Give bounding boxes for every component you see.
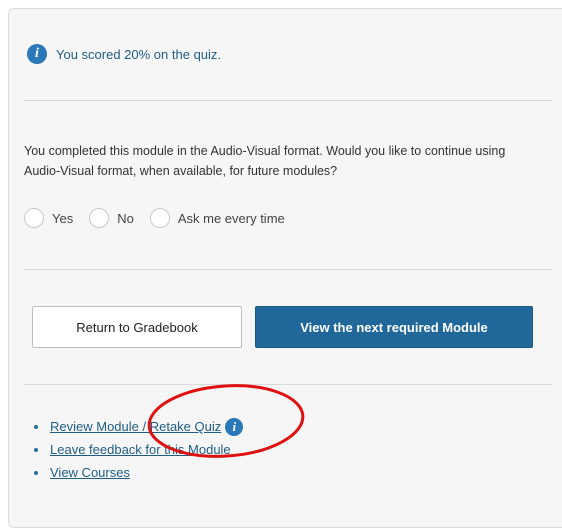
view-next-module-button[interactable]: View the next required Module bbox=[255, 306, 533, 348]
format-question: You completed this module in the Audio-V… bbox=[24, 144, 506, 178]
divider bbox=[24, 269, 552, 270]
radio-option-no[interactable]: No bbox=[89, 208, 134, 228]
radio-label-ask: Ask me every time bbox=[177, 210, 285, 226]
list-item: Review Module / Retake Quiz i bbox=[34, 415, 244, 438]
list-item: Leave feedback for this Module bbox=[34, 438, 243, 461]
radio-label-no: No bbox=[117, 210, 134, 226]
return-to-gradebook-button[interactable]: Return to Gradebook bbox=[32, 306, 242, 348]
score-text: You scored 20% on the quiz. bbox=[56, 46, 222, 62]
radio-label-yes: Yes bbox=[52, 210, 74, 226]
divider bbox=[24, 384, 552, 385]
list-item: View Courses bbox=[34, 461, 243, 484]
radio-option-ask[interactable]: Ask me every time bbox=[149, 208, 285, 228]
view-courses-link[interactable]: View Courses bbox=[50, 465, 130, 480]
info-icon[interactable]: i bbox=[225, 417, 244, 436]
divider bbox=[24, 100, 552, 101]
links-list: Review Module / Retake Quiz i Leave feed… bbox=[34, 415, 244, 484]
info-icon: i bbox=[27, 44, 47, 64]
bullet bbox=[34, 424, 38, 429]
radio-option-yes[interactable]: Yes bbox=[24, 208, 73, 228]
bullet bbox=[34, 447, 38, 452]
radio-button-ask[interactable] bbox=[149, 208, 170, 228]
bullet bbox=[34, 470, 38, 475]
score-row: i You scored 20% on the quiz. bbox=[27, 44, 221, 64]
leave-feedback-link[interactable]: Leave feedback for this Module bbox=[50, 442, 231, 457]
radio-button-no[interactable] bbox=[89, 208, 110, 228]
review-module-link[interactable]: Review Module / Retake Quiz bbox=[50, 419, 221, 434]
format-radio-group: Yes No Ask me every time bbox=[24, 208, 301, 228]
radio-button-yes[interactable] bbox=[24, 208, 44, 228]
